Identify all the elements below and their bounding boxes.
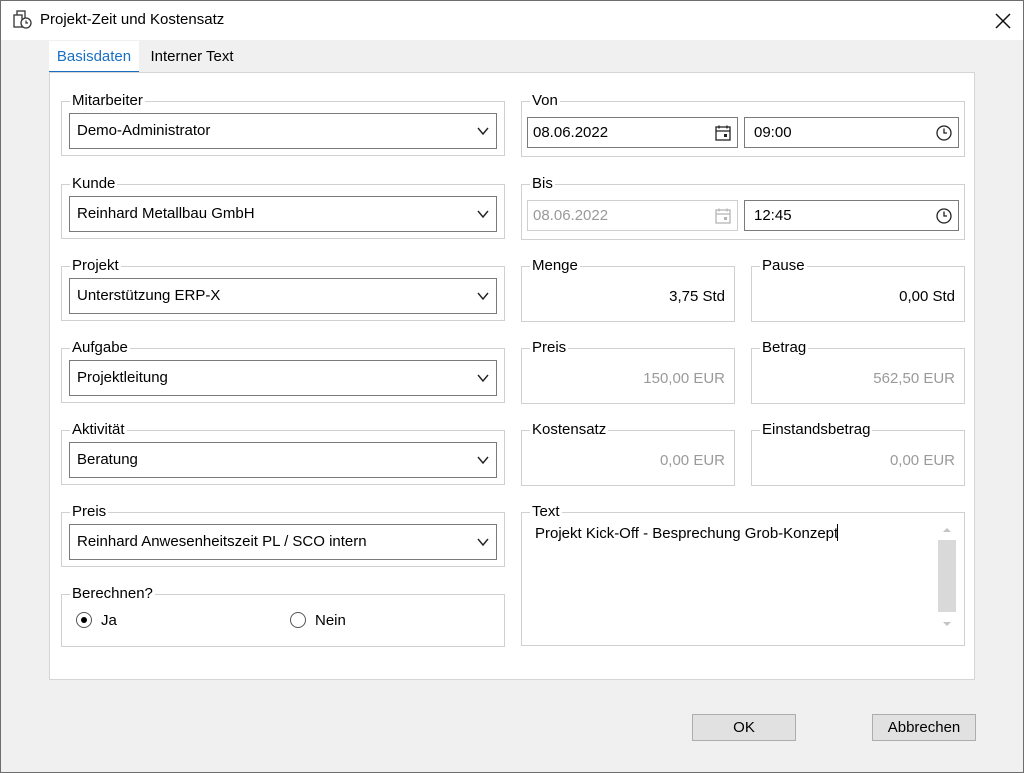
kunde-combobox[interactable]: Reinhard Metallbau GmbH	[69, 196, 497, 232]
menge-label: Menge	[530, 257, 580, 275]
kostensatz-value: 0,00 EUR	[659, 452, 725, 469]
menge-value[interactable]: 3,75 Std	[669, 288, 725, 305]
pause-value[interactable]: 0,00 Std	[899, 288, 955, 305]
projekt-value: Unterstützung ERP-X	[77, 287, 221, 304]
pause-group: Pause 0,00 Std	[751, 257, 965, 322]
chevron-down-icon	[477, 127, 489, 136]
project-time-icon	[13, 10, 32, 29]
text-caret	[837, 524, 839, 541]
kunde-value: Reinhard Metallbau GmbH	[77, 205, 255, 222]
text-scrollbar[interactable]	[938, 522, 956, 632]
chevron-down-icon	[477, 374, 489, 383]
von-label: Von	[530, 92, 560, 110]
chevron-down-icon	[477, 538, 489, 547]
preis-label: Preis	[70, 503, 109, 521]
aktivitaet-group: Aktivität Beratung	[61, 421, 505, 485]
radio-nein[interactable]: Nein	[290, 611, 370, 631]
calendar-icon[interactable]	[714, 124, 732, 142]
projekt-combobox[interactable]: Unterstützung ERP-X	[69, 278, 497, 314]
betrag-value: 562,50 EUR	[873, 370, 955, 387]
berechnen-label: Berechnen?	[70, 585, 155, 603]
menge-group: Menge 3,75 Std	[521, 257, 735, 322]
kunde-group: Kunde Reinhard Metallbau GmbH	[61, 175, 505, 239]
chevron-down-icon	[477, 456, 489, 465]
kunde-label: Kunde	[70, 175, 118, 193]
scrollbar-thumb[interactable]	[938, 540, 956, 612]
basisdaten-panel: Mitarbeiter Demo-Administrator Kunde Rei…	[49, 72, 975, 680]
bis-time-value: 12:45	[754, 207, 792, 224]
aufgabe-group: Aufgabe Projektleitung	[61, 339, 505, 403]
radio-nein-label[interactable]: Nein	[315, 612, 346, 629]
bis-date-value: 08.06.2022	[533, 207, 609, 224]
radio-ja[interactable]: Ja	[76, 611, 136, 631]
preis-combobox[interactable]: Reinhard Anwesenheitszeit PL / SCO inter…	[69, 524, 497, 560]
title-bar[interactable]: Projekt-Zeit und Kostensatz	[1, 1, 1023, 40]
von-group: Von 08.06.2022 09:00	[521, 92, 965, 157]
bis-date-picker[interactable]: 08.06.2022	[527, 200, 738, 231]
einstandsbetrag-label: Einstandsbetrag	[760, 421, 873, 439]
berechnen-group: Berechnen? Ja Nein	[61, 585, 505, 647]
mitarbeiter-value: Demo-Administrator	[77, 122, 211, 139]
von-time-value: 09:00	[754, 124, 792, 141]
radio-ja-label[interactable]: Ja	[101, 612, 117, 629]
cancel-button[interactable]: Abbrechen	[872, 714, 976, 741]
tab-interner-text[interactable]: Interner Text	[147, 41, 237, 73]
bis-label: Bis	[530, 175, 555, 193]
preis-group: Preis Reinhard Anwesenheitszeit PL / SCO…	[61, 503, 505, 567]
window-title: Projekt-Zeit und Kostensatz	[40, 11, 225, 28]
mitarbeiter-label: Mitarbeiter	[70, 92, 145, 110]
aufgabe-combobox[interactable]: Projektleitung	[69, 360, 497, 396]
text-area-value: Projekt Kick-Off - Besprechung Grob-Konz…	[535, 525, 839, 542]
dialog-window: Projekt-Zeit und Kostensatz Basisdaten I…	[0, 0, 1024, 773]
close-icon[interactable]	[989, 7, 1017, 35]
pause-label: Pause	[760, 257, 807, 275]
einstandsbetrag-value: 0,00 EUR	[889, 452, 955, 469]
bis-time-picker[interactable]: 12:45	[744, 200, 959, 231]
tab-basisdaten[interactable]: Basisdaten	[49, 41, 139, 73]
betrag-label: Betrag	[760, 339, 809, 357]
betrag-group: Betrag 562,50 EUR	[751, 339, 965, 404]
aktivitaet-label: Aktivität	[70, 421, 127, 439]
von-time-picker[interactable]: 09:00	[744, 117, 959, 148]
chevron-down-icon	[477, 292, 489, 301]
scroll-up-icon[interactable]	[938, 522, 956, 538]
mitarbeiter-group: Mitarbeiter Demo-Administrator	[61, 92, 505, 156]
scroll-down-icon[interactable]	[938, 616, 956, 632]
projekt-label: Projekt	[70, 257, 121, 275]
aufgabe-value: Projektleitung	[77, 369, 168, 386]
kostensatz-label: Kostensatz	[530, 421, 609, 439]
mitarbeiter-combobox[interactable]: Demo-Administrator	[69, 113, 497, 149]
chevron-down-icon	[477, 210, 489, 219]
radio-ja-circle[interactable]	[76, 612, 92, 628]
aufgabe-label: Aufgabe	[70, 339, 130, 357]
von-date-value: 08.06.2022	[533, 124, 609, 141]
aktivitaet-combobox[interactable]: Beratung	[69, 442, 497, 478]
von-date-picker[interactable]: 08.06.2022	[527, 117, 738, 148]
aktivitaet-value: Beratung	[77, 451, 138, 468]
ok-button[interactable]: OK	[692, 714, 796, 741]
bis-group: Bis 08.06.2022 12:45	[521, 175, 965, 240]
clock-icon[interactable]	[935, 124, 953, 142]
preis-amount-group: Preis 150,00 EUR	[521, 339, 735, 404]
radio-nein-circle[interactable]	[290, 612, 306, 628]
preis-amount-value: 150,00 EUR	[643, 370, 725, 387]
text-area[interactable]: Projekt Kick-Off - Besprechung Grob-Konz…	[535, 524, 839, 542]
preis-value: Reinhard Anwesenheitszeit PL / SCO inter…	[77, 533, 367, 550]
kostensatz-group: Kostensatz 0,00 EUR	[521, 421, 735, 486]
projekt-group: Projekt Unterstützung ERP-X	[61, 257, 505, 321]
calendar-icon	[715, 208, 731, 224]
text-group[interactable]: Text Projekt Kick-Off - Besprechung Grob…	[521, 503, 965, 646]
radio-selected-dot	[81, 617, 87, 623]
preis-amount-label: Preis	[530, 339, 569, 357]
text-label: Text	[530, 503, 562, 521]
einstandsbetrag-group: Einstandsbetrag 0,00 EUR	[751, 421, 965, 486]
clock-icon[interactable]	[935, 207, 953, 225]
